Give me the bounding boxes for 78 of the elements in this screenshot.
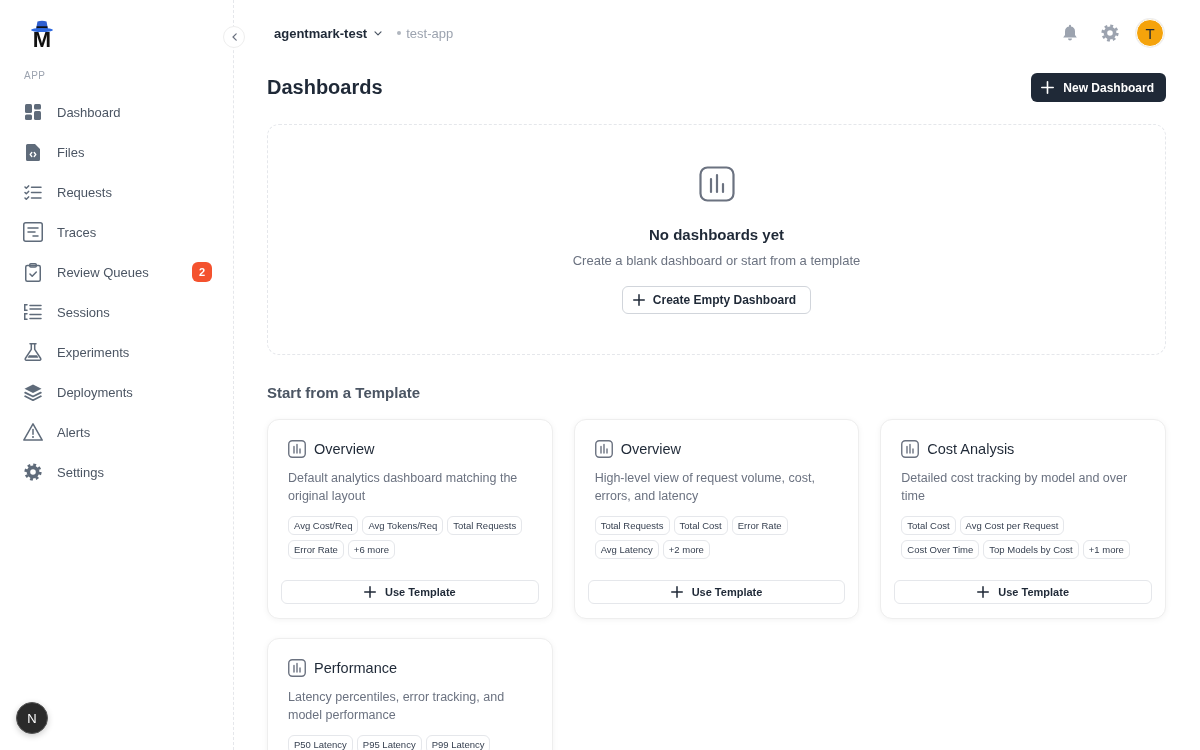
empty-state-title: No dashboards yet <box>649 225 784 245</box>
nav-item[interactable]: Experiments <box>24 332 212 372</box>
nav-item[interactable]: Traces <box>24 212 212 252</box>
card-title: Performance <box>314 658 397 677</box>
document-lines-icon <box>23 222 43 242</box>
bar-chart-icon <box>698 166 735 202</box>
card-description: Detailed cost tracking by model and over time <box>900 470 1129 505</box>
layers-icon <box>24 383 42 401</box>
empty-state-text: Create a blank dashboard or start from a template <box>572 252 861 270</box>
metric-tag: Avg Latency <box>594 540 659 559</box>
nav-item[interactable]: Alerts <box>24 412 212 452</box>
settings-icon[interactable] <box>1101 24 1119 42</box>
create-empty-dashboard-button[interactable]: Create Empty Dashboard <box>621 286 812 314</box>
bar-chart-icon <box>288 440 306 458</box>
bar-chart-icon <box>288 658 306 677</box>
metric-tag: Error Rate <box>288 540 344 559</box>
card-title: Overview <box>314 440 375 458</box>
nav-item[interactable]: Deployments <box>24 372 212 412</box>
use-template-button[interactable]: Use Template <box>587 579 846 604</box>
clipboard-check-icon <box>25 262 41 282</box>
metric-tag: +1 more <box>1082 540 1130 559</box>
plus-icon <box>632 294 645 306</box>
collapse-sidebar-button[interactable] <box>223 26 245 48</box>
metric-tag: +6 more <box>347 540 395 559</box>
metric-tag: Total Cost <box>901 516 956 535</box>
metric-tag: Total Cost <box>673 516 728 535</box>
card-description: Default analytics dashboard matching the original layout <box>287 470 519 505</box>
card-title: Overview <box>620 440 682 458</box>
logo-letter: M <box>32 31 52 48</box>
card-description: Latency percentiles, error tracking, and model performance <box>287 688 506 724</box>
dev-tools-button[interactable]: N <box>16 702 48 734</box>
metric-tag: P50 Latency <box>288 734 353 750</box>
section-heading: Start from a Template <box>267 384 422 402</box>
metric-tag: Error Rate <box>731 516 788 535</box>
nav-item[interactable]: Sessions <box>24 292 212 332</box>
metric-tag: Avg Tokens/Req <box>362 516 444 535</box>
bar-chart-icon <box>594 440 613 458</box>
metric-tag: Total Requests <box>594 516 670 535</box>
new-dashboard-button[interactable]: New Dashboard <box>1031 73 1166 102</box>
use-template-button[interactable]: Use Template <box>894 579 1152 604</box>
metric-tag: +2 more <box>662 540 710 559</box>
chevron-left-icon <box>231 33 237 41</box>
plus-icon <box>1041 81 1055 94</box>
metric-tag: Avg Cost/Req <box>288 516 359 535</box>
nav-item[interactable]: Requests <box>24 172 212 212</box>
nav-item[interactable]: Dashboard <box>24 92 212 132</box>
plus-icon <box>670 585 683 598</box>
bell-icon[interactable] <box>1062 24 1078 42</box>
metric-tag: Total Requests <box>447 516 523 535</box>
card-description: High-level view of request volume, cost, errors, and latency <box>593 470 816 505</box>
list-icon <box>24 304 42 320</box>
hat-icon <box>31 20 53 32</box>
nav-item[interactable]: Settings <box>24 452 212 492</box>
plus-icon <box>363 585 376 598</box>
metric-tag: Avg Cost per Request <box>959 516 1065 535</box>
organization-switcher[interactable]: agentmark-test <box>274 25 383 41</box>
metric-tag: Top Models by Cost <box>983 540 1079 559</box>
card-title: Cost Analysis <box>927 440 1015 458</box>
warning-icon <box>23 423 43 441</box>
code-file-icon <box>26 143 40 161</box>
separator-dot-icon <box>397 31 402 35</box>
grid-icon <box>25 104 41 120</box>
chevron-down-icon <box>374 30 383 36</box>
use-template-button[interactable]: Use Template <box>281 579 539 604</box>
bar-chart-icon <box>901 440 920 458</box>
nav-item[interactable]: Review Queues 2 <box>24 252 212 292</box>
plus-icon <box>977 585 990 598</box>
user-avatar[interactable]: T <box>1136 19 1164 47</box>
page-title: Dashboards <box>267 76 383 99</box>
settings-icon <box>24 463 42 481</box>
count-badge: 2 <box>192 262 212 282</box>
checklist-icon <box>24 184 42 200</box>
section-label: APP <box>24 70 47 82</box>
metric-tag: Cost Over Time <box>901 540 980 559</box>
metric-tag: P95 Latency <box>356 734 422 750</box>
nav-item[interactable]: Files <box>24 132 212 172</box>
metric-tag: P99 Latency <box>425 734 491 750</box>
flask-icon <box>24 343 42 361</box>
